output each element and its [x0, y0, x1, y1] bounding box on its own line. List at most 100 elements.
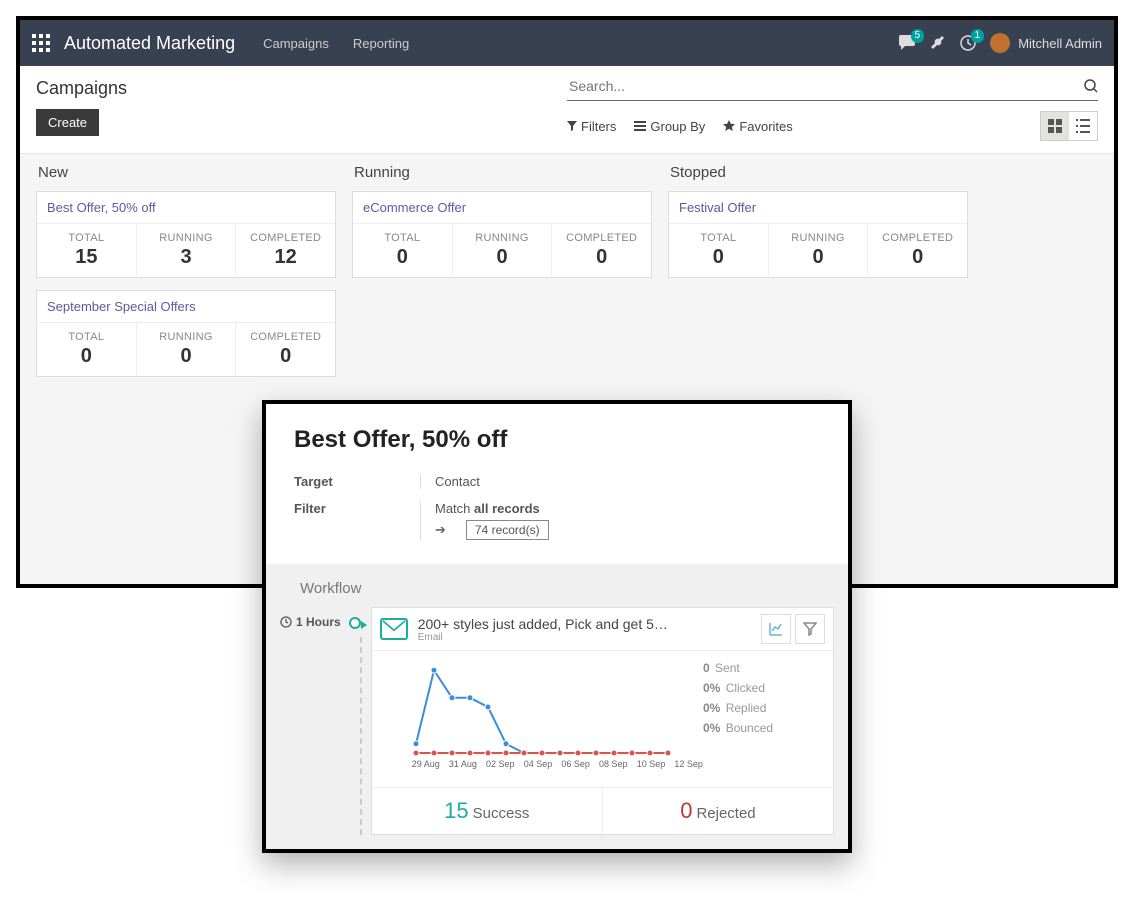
running-label: RUNNING: [457, 232, 548, 244]
running-value: 0: [457, 246, 548, 269]
favorites-label: Favorites: [739, 119, 792, 134]
activities-icon[interactable]: 1: [960, 35, 976, 51]
menu-reporting[interactable]: Reporting: [353, 36, 409, 51]
completed-value: 0: [872, 246, 963, 269]
kanban-card[interactable]: September Special Offers TOTAL 0 RUNNING 0 CO…: [36, 290, 336, 377]
column-title: Running: [352, 164, 652, 181]
clicked-count: 0%: [703, 681, 720, 695]
card-title[interactable]: eCommerce Offer: [353, 192, 651, 224]
total-label: TOTAL: [41, 232, 132, 244]
arrow-right-icon: ➔: [435, 522, 446, 537]
kanban-card[interactable]: Best Offer, 50% off TOTAL 15 RUNNING 3 COMPLE…: [36, 191, 336, 278]
target-value: Contact: [420, 474, 480, 489]
success-label: Success: [473, 805, 530, 822]
messages-badge: 5: [911, 29, 925, 43]
workflow-time-label: 1 Hours: [296, 615, 341, 629]
total-value: 0: [41, 345, 132, 368]
filter-bold: all records: [474, 501, 540, 516]
running-label: RUNNING: [141, 331, 232, 343]
filters-button[interactable]: Filters: [567, 119, 616, 134]
workflow-node-icon: [349, 617, 361, 629]
card-title[interactable]: Festival Offer: [669, 192, 967, 224]
filter-label: Filter: [294, 501, 424, 540]
activity-stats: 0 Sent 0% Clicked 0% Replied 0% Bounced: [703, 657, 823, 777]
kanban-card[interactable]: eCommerce Offer TOTAL 0 RUNNING 0 COMPLETED 0: [352, 191, 652, 278]
sent-label: Sent: [715, 661, 740, 675]
running-value: 3: [141, 246, 232, 269]
running-value: 0: [141, 345, 232, 368]
filter-prefix: Match: [435, 501, 474, 516]
total-value: 15: [41, 246, 132, 269]
timeline-line: [360, 637, 362, 835]
activity-type: Email: [418, 632, 757, 643]
rejected-count: 0: [680, 798, 692, 823]
completed-label: COMPLETED: [240, 331, 331, 343]
success-cell[interactable]: 15 Success: [372, 788, 603, 834]
groupby-label: Group By: [650, 119, 705, 134]
avatar[interactable]: [990, 33, 1010, 53]
mail-icon: [380, 618, 408, 640]
success-count: 15: [444, 798, 468, 823]
column-title: New: [36, 164, 336, 181]
menu-campaigns[interactable]: Campaigns: [263, 36, 329, 51]
running-label: RUNNING: [141, 232, 232, 244]
activities-badge: 1: [971, 29, 985, 43]
topbar: Automated Marketing Campaigns Reporting …: [20, 20, 1114, 66]
replied-count: 0%: [703, 701, 720, 715]
workflow-activity-card: 200+ styles just added, Pick and get 5… …: [371, 607, 834, 835]
page-title: Campaigns: [36, 78, 567, 99]
card-title[interactable]: September Special Offers: [37, 291, 335, 323]
workflow-time: 1 Hours: [280, 607, 341, 629]
search-icon[interactable]: [1084, 79, 1098, 93]
filter-value: Match all records ➔ 74 record(s): [420, 501, 549, 540]
column-title: Stopped: [668, 164, 968, 181]
favorites-button[interactable]: Favorites: [723, 119, 792, 134]
activity-subject[interactable]: 200+ styles just added, Pick and get 5… …: [418, 616, 757, 643]
control-panel: Campaigns Create Filters Group By: [20, 66, 1114, 154]
detail-title: Best Offer, 50% off: [294, 426, 820, 454]
app-name[interactable]: Automated Marketing: [64, 33, 235, 54]
activity-subject-text: 200+ styles just added, Pick and get 5…: [418, 616, 668, 632]
filter-button[interactable]: [795, 614, 825, 644]
workflow-section: Workflow 1 Hours 200+ styles just added,…: [266, 564, 848, 849]
completed-value: 12: [240, 246, 331, 269]
list-view-button[interactable]: [1069, 112, 1097, 140]
view-switcher: [1040, 111, 1098, 141]
target-label: Target: [294, 474, 424, 489]
filters-label: Filters: [581, 119, 616, 134]
total-label: TOTAL: [357, 232, 448, 244]
kanban-view-button[interactable]: [1041, 112, 1069, 140]
clock-icon: [280, 616, 292, 628]
apps-icon[interactable]: [32, 34, 50, 52]
total-label: TOTAL: [673, 232, 764, 244]
messages-icon[interactable]: 5: [898, 35, 916, 51]
create-button[interactable]: Create: [36, 109, 99, 136]
groupby-button[interactable]: Group By: [634, 119, 705, 134]
completed-label: COMPLETED: [240, 232, 331, 244]
activity-chart: 29 Aug31 Aug02 Sep04 Sep06 Sep08 Sep10 S…: [412, 657, 703, 777]
total-value: 0: [673, 246, 764, 269]
search-input[interactable]: [567, 74, 1084, 98]
rejected-label: Rejected: [696, 805, 755, 822]
sent-count: 0: [703, 661, 710, 675]
campaign-detail-popup: Best Offer, 50% off Target Contact Filte…: [262, 400, 852, 853]
bounced-label: Bounced: [726, 721, 773, 735]
completed-label: COMPLETED: [872, 232, 963, 244]
chart-xaxis: 29 Aug31 Aug02 Sep04 Sep06 Sep08 Sep10 S…: [412, 757, 703, 769]
running-label: RUNNING: [773, 232, 864, 244]
workflow-heading: Workflow: [300, 580, 834, 597]
total-label: TOTAL: [41, 331, 132, 343]
card-title[interactable]: Best Offer, 50% off: [37, 192, 335, 224]
rejected-cell[interactable]: 0Rejected: [603, 788, 833, 834]
records-button[interactable]: 74 record(s): [466, 520, 549, 540]
kanban-card[interactable]: Festival Offer TOTAL 0 RUNNING 0 COMPLETED 0: [668, 191, 968, 278]
graph-button[interactable]: [761, 614, 791, 644]
bounced-count: 0%: [703, 721, 720, 735]
total-value: 0: [357, 246, 448, 269]
username[interactable]: Mitchell Admin: [1018, 36, 1102, 51]
completed-label: COMPLETED: [556, 232, 647, 244]
completed-value: 0: [556, 246, 647, 269]
dev-icon[interactable]: [930, 35, 946, 51]
clicked-label: Clicked: [726, 681, 765, 695]
running-value: 0: [773, 246, 864, 269]
